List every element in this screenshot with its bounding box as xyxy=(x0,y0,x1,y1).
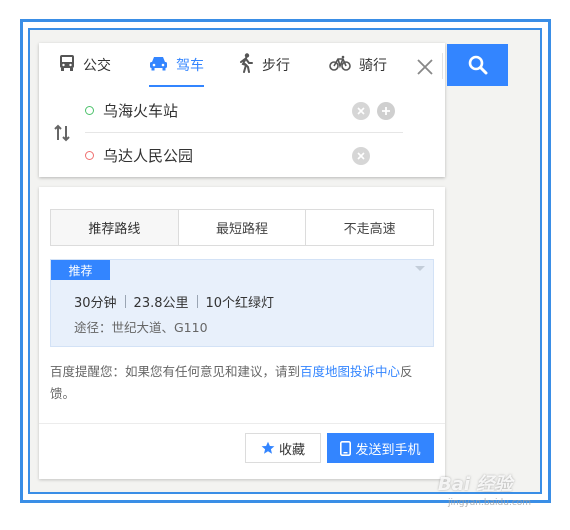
active-tab-indicator xyxy=(149,85,204,87)
metric-divider xyxy=(124,295,126,308)
tab-drive-label: 驾车 xyxy=(176,58,204,74)
walk-icon xyxy=(238,53,254,77)
tab-no-highway[interactable]: 不走高速 xyxy=(306,210,433,245)
bike-icon xyxy=(329,55,351,75)
route-results-panel: 推荐路线 最短路程 不走高速 推荐 30分钟 23.8公里 10个红绿灯 途径：… xyxy=(39,187,445,479)
send-to-phone-button[interactable]: 发送到手机 xyxy=(327,433,434,463)
route-traffic-lights: 10个红绿灯 xyxy=(205,296,275,311)
route-strategy-tabs: 推荐路线 最短路程 不走高速 xyxy=(50,209,434,246)
close-button[interactable] xyxy=(409,48,441,86)
clear-destination-icon[interactable] xyxy=(352,147,370,165)
add-waypoint-icon[interactable] xyxy=(377,102,395,120)
tab-divider xyxy=(442,53,443,79)
chevron-down-icon[interactable] xyxy=(415,266,425,271)
tab-bike-label: 骑行 xyxy=(359,58,387,74)
route-distance: 23.8公里 xyxy=(133,296,189,311)
watermark-url: jingyan.baidu.com xyxy=(448,498,532,508)
feedback-notice: 百度提醒您：如果您有任何意见和建议，请到百度地图投诉中心反馈。 xyxy=(50,361,434,405)
close-icon xyxy=(417,59,433,75)
bus-icon xyxy=(59,54,75,76)
route-duration: 30分钟 xyxy=(74,296,117,311)
origin-dot-icon xyxy=(85,106,94,115)
route-option[interactable]: 推荐 30分钟 23.8公里 10个红绿灯 途径：世纪大道、G110 xyxy=(50,259,434,347)
recommended-badge: 推荐 xyxy=(51,260,110,280)
favorite-button[interactable]: 收藏 xyxy=(245,433,321,463)
send-label: 发送到手机 xyxy=(355,442,421,458)
tab-recommended[interactable]: 推荐路线 xyxy=(51,210,179,245)
divider xyxy=(39,423,445,424)
search-button[interactable] xyxy=(447,44,508,86)
car-icon xyxy=(149,55,168,75)
tab-drive[interactable]: 驾车 xyxy=(149,43,204,87)
transport-mode-tabs: 公交 驾车 步行 骑行 xyxy=(39,43,445,87)
search-icon xyxy=(468,55,487,75)
tab-bike[interactable]: 骑行 xyxy=(329,43,387,87)
route-metrics: 30分钟 23.8公里 10个红绿灯 xyxy=(74,292,274,311)
route-via: 途径：世纪大道、G110 xyxy=(74,320,208,335)
tab-walk[interactable]: 步行 xyxy=(238,43,290,87)
favorite-label: 收藏 xyxy=(278,442,305,458)
baidu-watermark: Bai 经验 xyxy=(438,474,513,495)
route-inputs: 乌海火车站 乌达人民公园 xyxy=(39,89,445,177)
clear-origin-icon[interactable] xyxy=(352,102,370,120)
complaint-center-link[interactable]: 百度地图投诉中心 xyxy=(300,364,400,379)
swap-icon[interactable] xyxy=(53,124,71,142)
notice-prefix: 百度提醒您：如果您有任何意见和建议，请到 xyxy=(50,364,301,379)
destination-dot-icon xyxy=(85,150,94,160)
metric-divider xyxy=(196,295,198,308)
tab-walk-label: 步行 xyxy=(262,58,290,74)
tab-shortest[interactable]: 最短路程 xyxy=(179,210,307,245)
star-icon xyxy=(261,441,275,455)
route-search-panel: 公交 驾车 步行 骑行 乌海火车站 乌达人民公园 xyxy=(39,43,445,177)
tab-bus[interactable]: 公交 xyxy=(59,43,111,87)
tab-bus-label: 公交 xyxy=(83,58,111,74)
phone-icon xyxy=(340,440,352,456)
